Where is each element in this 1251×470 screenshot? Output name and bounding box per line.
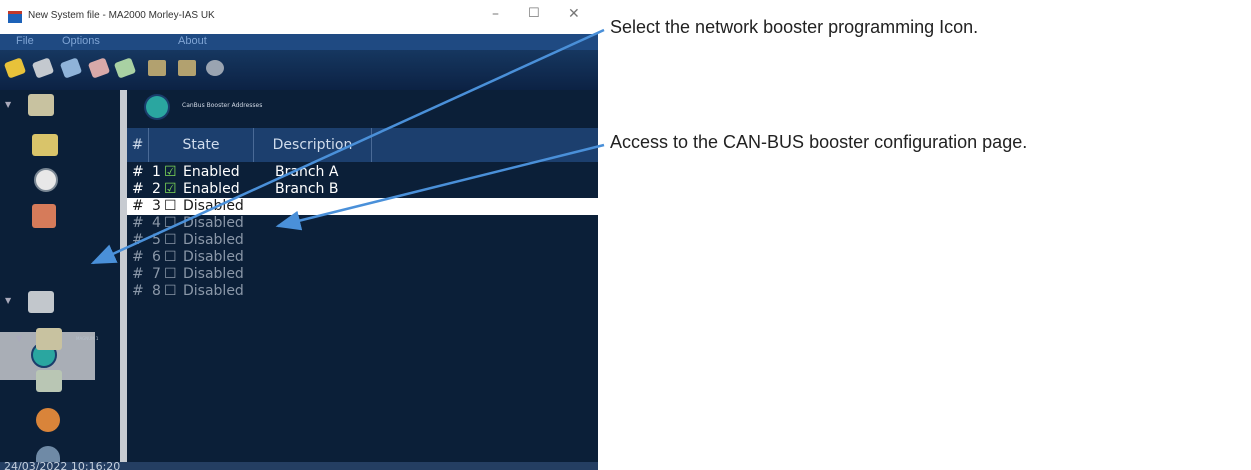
annotation-access-page: Access to the CAN-BUS booster configurat… bbox=[610, 132, 1028, 152]
annotation-select-icon: Select the network booster programming I… bbox=[610, 17, 979, 37]
arrow-to-booster-icon bbox=[90, 28, 605, 265]
annotation-arrows bbox=[90, 28, 605, 265]
